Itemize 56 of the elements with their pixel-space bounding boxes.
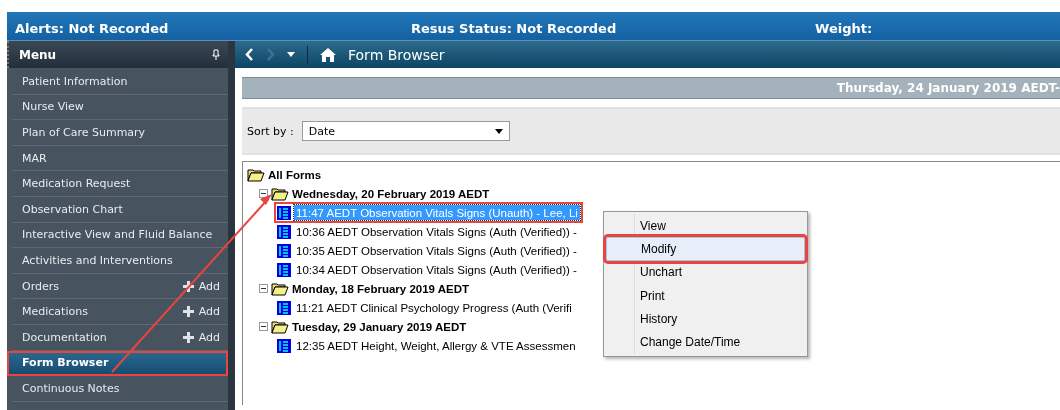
sort-dropdown[interactable]: Date (301, 121, 510, 141)
tree-item[interactable]: 10:35 AEDT Observation Vitals Signs (Auth (Verified)) - (274, 240, 582, 261)
plus-icon (182, 331, 194, 343)
back-icon[interactable] (245, 48, 254, 61)
sidebar-item[interactable]: Medications Add (12, 299, 228, 325)
sort-label: Sort by : (247, 124, 294, 138)
tree-item-label[interactable]: 11:21 AEDT Clinical Psychology Progress (Auth (Verifi (294, 300, 574, 315)
menu-item[interactable]: History (606, 307, 805, 331)
folder-icon (247, 167, 265, 182)
tree-item-label[interactable]: 12:35 AEDT Height, Weight, Allergy & VTE Assessmen (294, 338, 578, 353)
pin-icon[interactable] (212, 49, 220, 60)
form-icon (277, 243, 291, 258)
tree-root[interactable]: All Forms (268, 168, 322, 181)
folder-icon (271, 319, 289, 334)
tree-item[interactable]: 11:21 AEDT Clinical Psychology Progress (Auth (Verifi (274, 297, 577, 318)
alerts-label: Alerts: Not Recorded (14, 21, 170, 36)
menu-item[interactable]: Print (606, 283, 805, 308)
menu-item[interactable]: Unchart (606, 260, 805, 284)
date-bar: Thursday, 24 January 2019 AEDT- (242, 77, 1060, 99)
sidebar-item[interactable]: Documentation Add (12, 324, 228, 351)
tree-item[interactable]: 10:34 AEDT Observation Vitals Signs (Auth (Verified)) - (274, 259, 582, 280)
resus-status-label: Resus Status: Not Recorded (411, 21, 618, 36)
tree-group[interactable]: Wednesday, 20 February 2019 AEDT (292, 187, 490, 200)
tree-group[interactable]: Monday, 18 February 2019 AEDT (292, 282, 470, 295)
dropdown-caret-icon[interactable] (287, 52, 295, 57)
menu-item[interactable]: View (606, 214, 805, 238)
folder-icon (271, 186, 289, 201)
add-link[interactable]: Add (182, 330, 220, 344)
collapse-icon[interactable] (259, 284, 268, 293)
caret-icon (494, 128, 503, 134)
menu-item[interactable]: Change Date/Time (606, 330, 805, 354)
folder-icon (271, 281, 289, 296)
tree-item-label[interactable]: 10:36 AEDT Observation Vitals Signs (Auth (Verified)) - (294, 224, 579, 239)
form-icon (277, 262, 291, 277)
tree-item[interactable]: 10:36 AEDT Observation Vitals Signs (Auth (Verified)) - (274, 221, 582, 242)
menu-item[interactable]: Modify (606, 237, 805, 261)
home-icon[interactable] (320, 47, 336, 62)
page-title: Form Browser (348, 46, 445, 63)
weight-label: Weight: (815, 21, 873, 36)
plus-icon (182, 306, 194, 318)
collapse-icon[interactable] (259, 189, 268, 198)
tree-item-label[interactable]: 10:35 AEDT Observation Vitals Signs (Auth (Verified)) - (294, 243, 579, 258)
collapse-icon[interactable] (259, 322, 268, 331)
form-icon (277, 205, 291, 220)
add-link[interactable]: Add (182, 305, 220, 319)
tree-group[interactable]: Tuesday, 29 January 2019 AEDT (292, 320, 467, 333)
plus-icon (182, 280, 194, 292)
form-icon (277, 300, 291, 315)
sidebar-item[interactable]: Form Browser (7, 350, 228, 377)
tree-item[interactable]: 12:35 AEDT Height, Weight, Allergy & VTE Assessmen (274, 335, 581, 356)
tree-item-label[interactable]: 10:34 AEDT Observation Vitals Signs (Auth (Verified)) - (294, 262, 579, 277)
sidebar-item[interactable]: Orders Add (12, 273, 228, 300)
add-link[interactable]: Add (182, 279, 220, 293)
form-icon (277, 224, 291, 239)
menu-title: Menu (19, 47, 57, 62)
form-icon (277, 338, 291, 353)
